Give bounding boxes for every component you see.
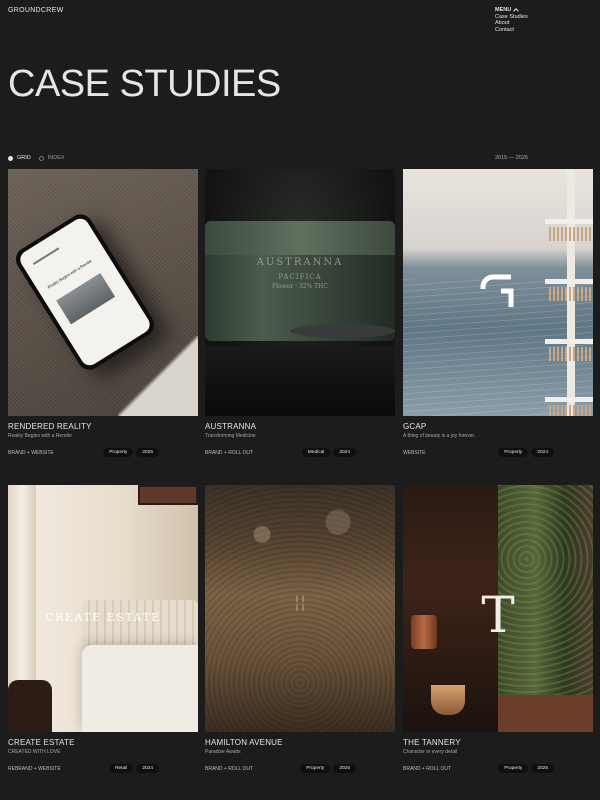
view-toggle: GRID INDEX [8,155,65,161]
tag-category: Retail [109,764,134,773]
card-subtitle: Reality Begins with a Render [8,433,73,439]
card-subtitle: Character in every detail [403,749,458,755]
tag-year: 2025 [333,764,356,773]
tag-category: Property [498,764,529,773]
balcony-slab [545,279,593,284]
estate-wordmark: CREATE ESTATE [45,611,161,624]
screen-photo [56,273,116,325]
case-study-card-hamilton-avenue[interactable]: ¦¦ HAMILTON AVENUE Paradise Awaits BRAND… [205,485,395,773]
case-study-card-gcap[interactable]: GCAP A thing of beauty is a joy forever.… [403,169,593,457]
case-study-card-austranna[interactable]: AUSTRANNA PACIFICA Flower · 32% THC AUST… [205,169,395,457]
card-subtitle: Transforming Medicine [205,433,256,439]
jar-brand-text: AUSTRANNA [256,257,344,268]
balcony-slab [545,339,593,344]
balcony-rail [549,347,593,361]
jar-variant-text: PACIFICA [278,273,322,281]
card-tags: Retail 2024 [109,764,159,773]
tag-year: 2024 [531,448,554,457]
case-study-card-the-tannery[interactable]: T THE TANNERY Character in every detail … [403,485,593,773]
wall-frame [138,485,198,505]
brand-logo[interactable]: GROUNDCREW [8,7,64,14]
hamilton-monogram-icon: ¦¦ [293,592,307,613]
card-title[interactable]: HAMILTON AVENUE [205,738,395,747]
card-title[interactable]: AUSTRANNA [205,422,395,431]
balcony-slab [545,219,593,224]
bed [82,645,198,732]
tag-category: Medical [301,448,331,457]
drink-glass [431,685,465,715]
copper-jar [411,615,437,649]
card-services: BRAND + WEBSITE [8,449,54,456]
case-study-card-rendered-reality[interactable]: Reality Begins with a Render RENDERED RE… [8,169,198,457]
card-title[interactable]: CREATE ESTATE [8,738,198,747]
balcony-rail [549,287,593,301]
jar-base [290,324,395,338]
card-image[interactable]: ¦¦ [205,485,395,732]
card-image[interactable]: Reality Begins with a Render [8,169,198,416]
menu-toggle[interactable]: MENU [495,7,528,15]
floor-surface [118,336,198,416]
card-tags: Property 2024 [498,448,554,457]
screen-line [32,247,60,265]
card-title[interactable]: RENDERED REALITY [8,422,198,431]
index-view-option[interactable]: INDEX [48,155,65,161]
card-tags: Property 2025 [498,764,554,773]
tannery-t-logo-icon: T [481,586,515,644]
card-services: BRAND + ROLL OUT [403,765,452,772]
grid-radio-icon[interactable] [8,155,13,161]
tag-category: Property [103,448,134,457]
card-subtitle: CREATED WITH LOVE [8,749,61,755]
card-image[interactable] [403,169,593,416]
wood-table [498,695,593,732]
jar-detail-text: Flower · 32% THC [271,283,329,290]
year-range: 2015 — 2026 [495,155,529,161]
card-footer: REBRAND + WEBSITE Retail 2024 [8,764,198,773]
menu-item-about[interactable]: About [495,20,528,27]
menu-label: MENU [495,7,512,13]
card-tags: Property 2025 [300,764,356,773]
table-surface [205,346,395,416]
menu-item-contact[interactable]: Contact [495,27,528,34]
card-footer: BRAND + ROLL OUT Property 2025 [205,764,395,773]
card-tags: Medical 2024 [301,448,356,457]
card-footer: BRAND + ROLL OUT Property 2025 [403,764,593,773]
balcony-slab [545,397,593,402]
card-footer: WEBSITE Property 2024 [403,448,593,457]
balcony-rail [549,227,593,241]
card-footer: BRAND + ROLL OUT Medical 2024 [205,448,395,457]
gcap-logo-icon [480,274,514,307]
card-title[interactable]: GCAP [403,422,593,431]
grid-view-option[interactable]: GRID [17,155,31,161]
card-subtitle: Paradise Awaits [205,749,241,755]
card-image[interactable]: AUSTRANNA PACIFICA Flower · 32% THC [205,169,395,416]
card-subtitle: A thing of beauty is a joy forever. [403,433,476,439]
card-services: REBRAND + WEBSITE [8,765,61,772]
jar-lid [205,221,395,255]
site-menu: MENU Case Studies About Contact [495,7,528,34]
card-title[interactable]: THE TANNERY [403,738,593,747]
card-footer: BRAND + WEBSITE Property 2025 [8,448,198,457]
card-tags: Property 2025 [103,448,159,457]
headboard [82,600,198,650]
menu-item-case-studies[interactable]: Case Studies [495,14,528,21]
page-title: CASE STUDIES [8,63,281,105]
tag-year: 2025 [531,764,554,773]
side-table [8,680,52,732]
tag-year: 2024 [136,764,159,773]
case-study-card-create-estate[interactable]: CREATE ESTATE CREATE ESTATE CREATED WITH… [8,485,198,773]
tag-year: 2025 [136,448,159,457]
card-image[interactable]: CREATE ESTATE [8,485,198,732]
balcony-rail [549,405,593,416]
tag-category: Property [498,448,529,457]
building [545,169,593,416]
card-services: BRAND + ROLL OUT [205,765,254,772]
card-services: BRAND + ROLL OUT [205,449,254,456]
tag-year: 2024 [333,448,356,457]
index-radio-icon[interactable] [38,155,44,161]
card-services: WEBSITE [403,449,426,456]
tag-category: Property [300,764,331,773]
card-image[interactable]: T [403,485,593,732]
